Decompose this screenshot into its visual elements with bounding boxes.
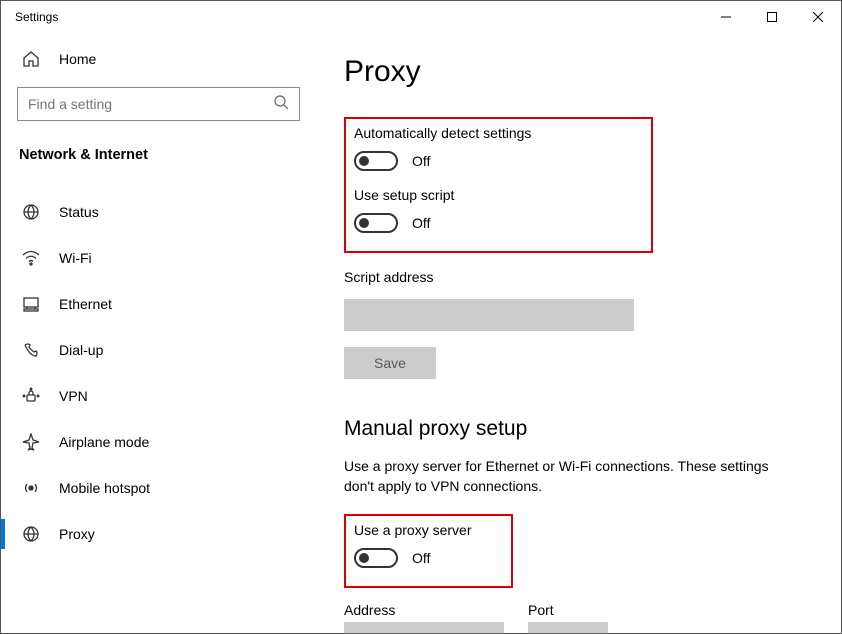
search-icon [274, 95, 289, 113]
sidebar-item-status[interactable]: Status [1, 189, 316, 235]
sidebar-item-label: Dial-up [59, 342, 103, 358]
page-title: Proxy [344, 55, 821, 89]
category-header: Network & Internet [1, 133, 316, 177]
use-script-toggle[interactable] [354, 213, 398, 233]
titlebar: Settings [1, 1, 841, 33]
nav-list: Status Wi-Fi Ethernet Dial-up VPN Airpla… [1, 189, 316, 557]
window-title: Settings [15, 10, 703, 24]
window-controls [703, 1, 841, 33]
airplane-icon [21, 432, 41, 452]
ethernet-icon [21, 294, 41, 314]
sidebar-item-label: VPN [59, 388, 88, 404]
sidebar-item-label: Wi-Fi [59, 250, 92, 266]
manual-section-title: Manual proxy setup [344, 417, 821, 441]
save-button: Save [344, 347, 436, 379]
script-address-input [344, 299, 634, 331]
sidebar-item-airplane[interactable]: Airplane mode [1, 419, 316, 465]
sidebar-item-label: Ethernet [59, 296, 112, 312]
status-icon [21, 202, 41, 222]
search-input[interactable] [28, 96, 274, 112]
maximize-icon [767, 12, 777, 22]
sidebar-item-label: Proxy [59, 526, 95, 542]
close-icon [813, 12, 823, 22]
home-label: Home [59, 51, 96, 67]
search-box[interactable] [17, 87, 300, 121]
dialup-icon [21, 340, 41, 360]
sidebar-item-dialup[interactable]: Dial-up [1, 327, 316, 373]
manual-help-text: Use a proxy server for Ethernet or Wi-Fi… [344, 457, 774, 496]
auto-detect-state: Off [412, 153, 430, 169]
sidebar-item-vpn[interactable]: VPN [1, 373, 316, 419]
minimize-icon [721, 12, 731, 22]
auto-detect-label: Automatically detect settings [354, 125, 531, 141]
sidebar-item-hotspot[interactable]: Mobile hotspot [1, 465, 316, 511]
home-link[interactable]: Home [1, 39, 316, 79]
use-script-label: Use setup script [354, 187, 531, 203]
sidebar-item-label: Airplane mode [59, 434, 149, 450]
port-label: Port [528, 602, 608, 618]
home-icon [21, 49, 41, 69]
annotation-box-manual: Use a proxy server Off [344, 514, 513, 588]
maximize-button[interactable] [749, 1, 795, 33]
sidebar-item-wifi[interactable]: Wi-Fi [1, 235, 316, 281]
use-proxy-label: Use a proxy server [354, 522, 471, 538]
hotspot-icon [21, 478, 41, 498]
use-script-state: Off [412, 215, 430, 231]
sidebar-item-label: Mobile hotspot [59, 480, 150, 496]
close-button[interactable] [795, 1, 841, 33]
use-proxy-state: Off [412, 550, 430, 566]
wifi-icon [21, 248, 41, 268]
sidebar-item-proxy[interactable]: Proxy [1, 511, 316, 557]
sidebar-item-ethernet[interactable]: Ethernet [1, 281, 316, 327]
annotation-box-auto: Automatically detect settings Off Use se… [344, 117, 653, 253]
address-input [344, 622, 504, 633]
script-address-label: Script address [344, 269, 821, 285]
address-label: Address [344, 602, 504, 618]
minimize-button[interactable] [703, 1, 749, 33]
port-input [528, 622, 608, 633]
use-proxy-toggle[interactable] [354, 548, 398, 568]
vpn-icon [21, 386, 41, 406]
proxy-icon [21, 524, 41, 544]
main-panel: Proxy Automatically detect settings Off … [316, 33, 841, 633]
auto-detect-toggle[interactable] [354, 151, 398, 171]
sidebar: Home Network & Internet Status Wi-Fi Eth… [1, 33, 316, 633]
sidebar-item-label: Status [59, 204, 99, 220]
